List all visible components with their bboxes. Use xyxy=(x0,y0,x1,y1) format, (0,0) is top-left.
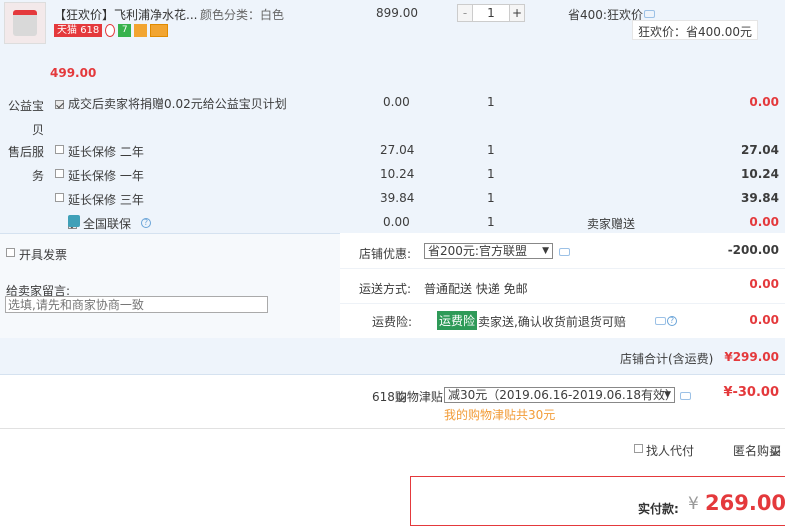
shipping-label: 运送方式: xyxy=(359,282,412,296)
allowance-amount: ¥-30.00 xyxy=(723,385,779,400)
item-subtotal: 499.00 xyxy=(50,66,97,80)
message-input[interactable] xyxy=(5,296,268,313)
product-badges: 天猫 618 7 xyxy=(54,24,169,37)
chat-icon[interactable] xyxy=(680,392,691,400)
service-price: 27.04 xyxy=(380,143,415,157)
shop-discount-label: 店铺优惠: xyxy=(359,247,412,261)
charity-qty: 1 xyxy=(487,95,495,109)
product-thumbnail[interactable] xyxy=(4,2,46,44)
service-qty: 1 xyxy=(487,167,495,181)
discount-popover: 狂欢价：省400.00元 xyxy=(632,20,758,40)
service-total: 27.04 xyxy=(741,143,779,157)
service-note: 卖家赠送 xyxy=(587,217,636,231)
insurance-amount: 0.00 xyxy=(749,313,779,327)
quantity-stepper[interactable]: - 1 + xyxy=(457,4,525,22)
service-name: 延长保修 二年 xyxy=(68,145,144,159)
shop-discount-value: 省200元:官方联盟 xyxy=(428,244,527,258)
product-title[interactable]: 【狂欢价】飞利浦净水花... xyxy=(54,6,197,23)
card-icon xyxy=(150,24,169,37)
service-checkbox[interactable] xyxy=(55,169,64,178)
product-sku: 颜色分类：白色 xyxy=(200,8,285,22)
anonymous-label[interactable]: 匿名购买 xyxy=(733,442,781,459)
service-checkbox[interactable] xyxy=(55,193,64,202)
charity-checkbox[interactable] xyxy=(55,100,64,109)
help-icon[interactable]: ? xyxy=(141,218,151,228)
shop-total-amount: ¥299.00 xyxy=(724,350,779,364)
charity-text: 成交后卖家将捐赠0.02元给公益宝贝计划 xyxy=(68,97,287,111)
allowance-note: 我的购物津贴共30元 xyxy=(444,408,556,422)
chat-icon[interactable] xyxy=(559,248,570,256)
increase-button[interactable]: + xyxy=(509,4,525,22)
charity-price: 0.00 xyxy=(383,95,410,109)
chevron-down-icon: ▼ xyxy=(664,390,671,400)
shipping-value: 普通配送 快递 免邮 xyxy=(424,282,528,296)
seven-day-return-icon: 7 xyxy=(118,24,132,37)
charity-total: 0.00 xyxy=(749,95,779,109)
service-price: 0.00 xyxy=(383,215,410,229)
service-label: 售后服务 xyxy=(7,145,44,183)
shield-icon xyxy=(105,24,116,37)
allowance-value: 减30元（2019.06.16-2019.06.18有效） xyxy=(448,388,678,402)
help-icon[interactable]: ? xyxy=(667,316,677,326)
chat-icon[interactable] xyxy=(655,317,666,325)
service-total: 10.24 xyxy=(741,167,779,181)
service-name: 延长保修 一年 xyxy=(68,169,144,183)
service-qty: 1 xyxy=(487,143,495,157)
insurance-tag: 运费险 xyxy=(437,311,478,330)
chat-icon[interactable] xyxy=(644,10,655,18)
service-name: 延长保修 三年 xyxy=(68,193,144,207)
shop-discount-amount: -200.00 xyxy=(727,243,779,257)
shipping-amount: 0.00 xyxy=(749,277,779,291)
insurance-label: 运费险: xyxy=(372,315,413,329)
shop-total-label: 店铺合计(含运费) xyxy=(620,352,714,366)
service-price: 10.24 xyxy=(380,167,415,181)
gift-icon xyxy=(134,24,148,37)
divider xyxy=(340,303,785,304)
charity-label: 公益宝贝 xyxy=(7,99,44,137)
tmall-badge: 天猫 618 xyxy=(54,24,103,37)
divider xyxy=(0,428,785,429)
quantity-input[interactable]: 1 xyxy=(473,4,509,22)
insurance-text: 卖家送,确认收货前退货可赔 xyxy=(478,315,626,329)
divider xyxy=(0,374,785,375)
unit-price: 899.00 xyxy=(376,6,418,20)
payment-amount: 269.00 xyxy=(705,491,785,515)
service-qty: 1 xyxy=(487,215,495,229)
decrease-button[interactable]: - xyxy=(457,4,473,22)
service-qty: 1 xyxy=(487,191,495,205)
divider xyxy=(340,268,785,269)
allowance-label[interactable]: 618购物津贴 xyxy=(372,388,443,405)
payment-label: 实付款: xyxy=(638,502,679,516)
service-total: 0.00 xyxy=(749,215,779,229)
chevron-down-icon: ▼ xyxy=(542,246,549,256)
proxy-pay-label[interactable]: 找人代付 xyxy=(646,442,694,459)
shop-discount-select[interactable]: 省200元:官方联盟 ▼ xyxy=(424,243,553,259)
service-price: 39.84 xyxy=(380,191,415,205)
service-total: 39.84 xyxy=(741,191,779,205)
proxy-pay-checkbox[interactable] xyxy=(634,444,643,453)
warranty-icon xyxy=(68,215,80,227)
payment-currency: ¥ xyxy=(688,494,699,514)
service-checkbox[interactable] xyxy=(55,145,64,154)
service-name: 全国联保 xyxy=(83,217,132,231)
invoice-label[interactable]: 开具发票 xyxy=(19,246,67,263)
allowance-select[interactable]: 减30元（2019.06.16-2019.06.18有效） ▼ xyxy=(444,387,678,403)
invoice-checkbox[interactable] xyxy=(6,248,15,257)
